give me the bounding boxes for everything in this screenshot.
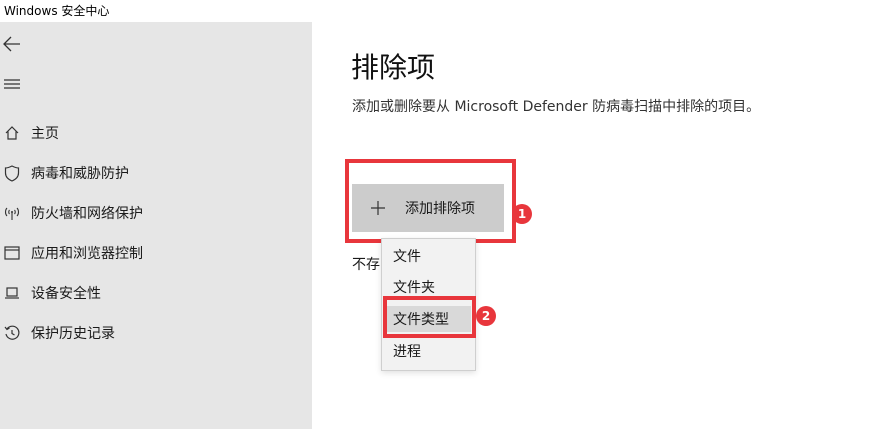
- sidebar-item-protection-history[interactable]: 保护历史记录: [0, 317, 312, 349]
- step-badge-2: 2: [476, 306, 496, 326]
- sidebar-item-virus-protection[interactable]: 病毒和威胁防护: [0, 157, 312, 189]
- hamburger-menu-icon[interactable]: [2, 74, 22, 94]
- menu-item-process[interactable]: 进程: [386, 338, 471, 364]
- step-badge-1: 1: [512, 204, 532, 224]
- menu-item-label: 进程: [393, 344, 421, 360]
- sidebar-item-app-browser-control[interactable]: 应用和浏览器控制: [0, 237, 312, 269]
- title-bar: Windows 安全中心: [0, 0, 883, 22]
- menu-item-file[interactable]: 文件: [386, 243, 471, 269]
- sidebar-item-label: 保护历史记录: [31, 326, 115, 342]
- no-exclusions-text: 不存: [352, 257, 380, 273]
- sidebar-item-device-security[interactable]: 设备安全性: [0, 277, 312, 309]
- sidebar: 主页 病毒和威胁防护 防火墙和网络保护 应用和浏览器控制 设备安全性 保护历史记…: [0, 22, 312, 429]
- shield-icon: [2, 163, 22, 183]
- highlight-box-file-type: [383, 296, 476, 338]
- laptop-icon: [2, 283, 22, 303]
- sidebar-item-label: 病毒和威胁防护: [31, 166, 129, 182]
- sidebar-item-label: 防火墙和网络保护: [31, 206, 143, 222]
- home-icon: [2, 123, 22, 143]
- sidebar-item-home[interactable]: 主页: [0, 117, 312, 149]
- back-arrow-icon[interactable]: [2, 34, 22, 54]
- window-title: Windows 安全中心: [4, 4, 110, 18]
- menu-item-label: 文件夹: [393, 280, 435, 296]
- sidebar-item-label: 应用和浏览器控制: [31, 246, 143, 262]
- page-title: 排除项: [351, 51, 436, 84]
- sidebar-item-label: 主页: [31, 126, 59, 142]
- windows-security-window: Windows 安全中心 主页 病毒和威胁防护 防火墙和网络保护 应用和浏览器控…: [0, 0, 883, 429]
- sidebar-item-firewall[interactable]: 防火墙和网络保护: [0, 197, 312, 229]
- history-icon: [2, 323, 22, 343]
- highlight-box-add-button: [345, 159, 516, 243]
- sidebar-item-label: 设备安全性: [31, 286, 101, 302]
- wireless-signal-icon: [2, 203, 22, 223]
- app-window-icon: [2, 243, 22, 263]
- menu-item-label: 文件: [393, 249, 421, 265]
- page-description: 添加或删除要从 Microsoft Defender 防病毒扫描中排除的项目。: [352, 99, 761, 115]
